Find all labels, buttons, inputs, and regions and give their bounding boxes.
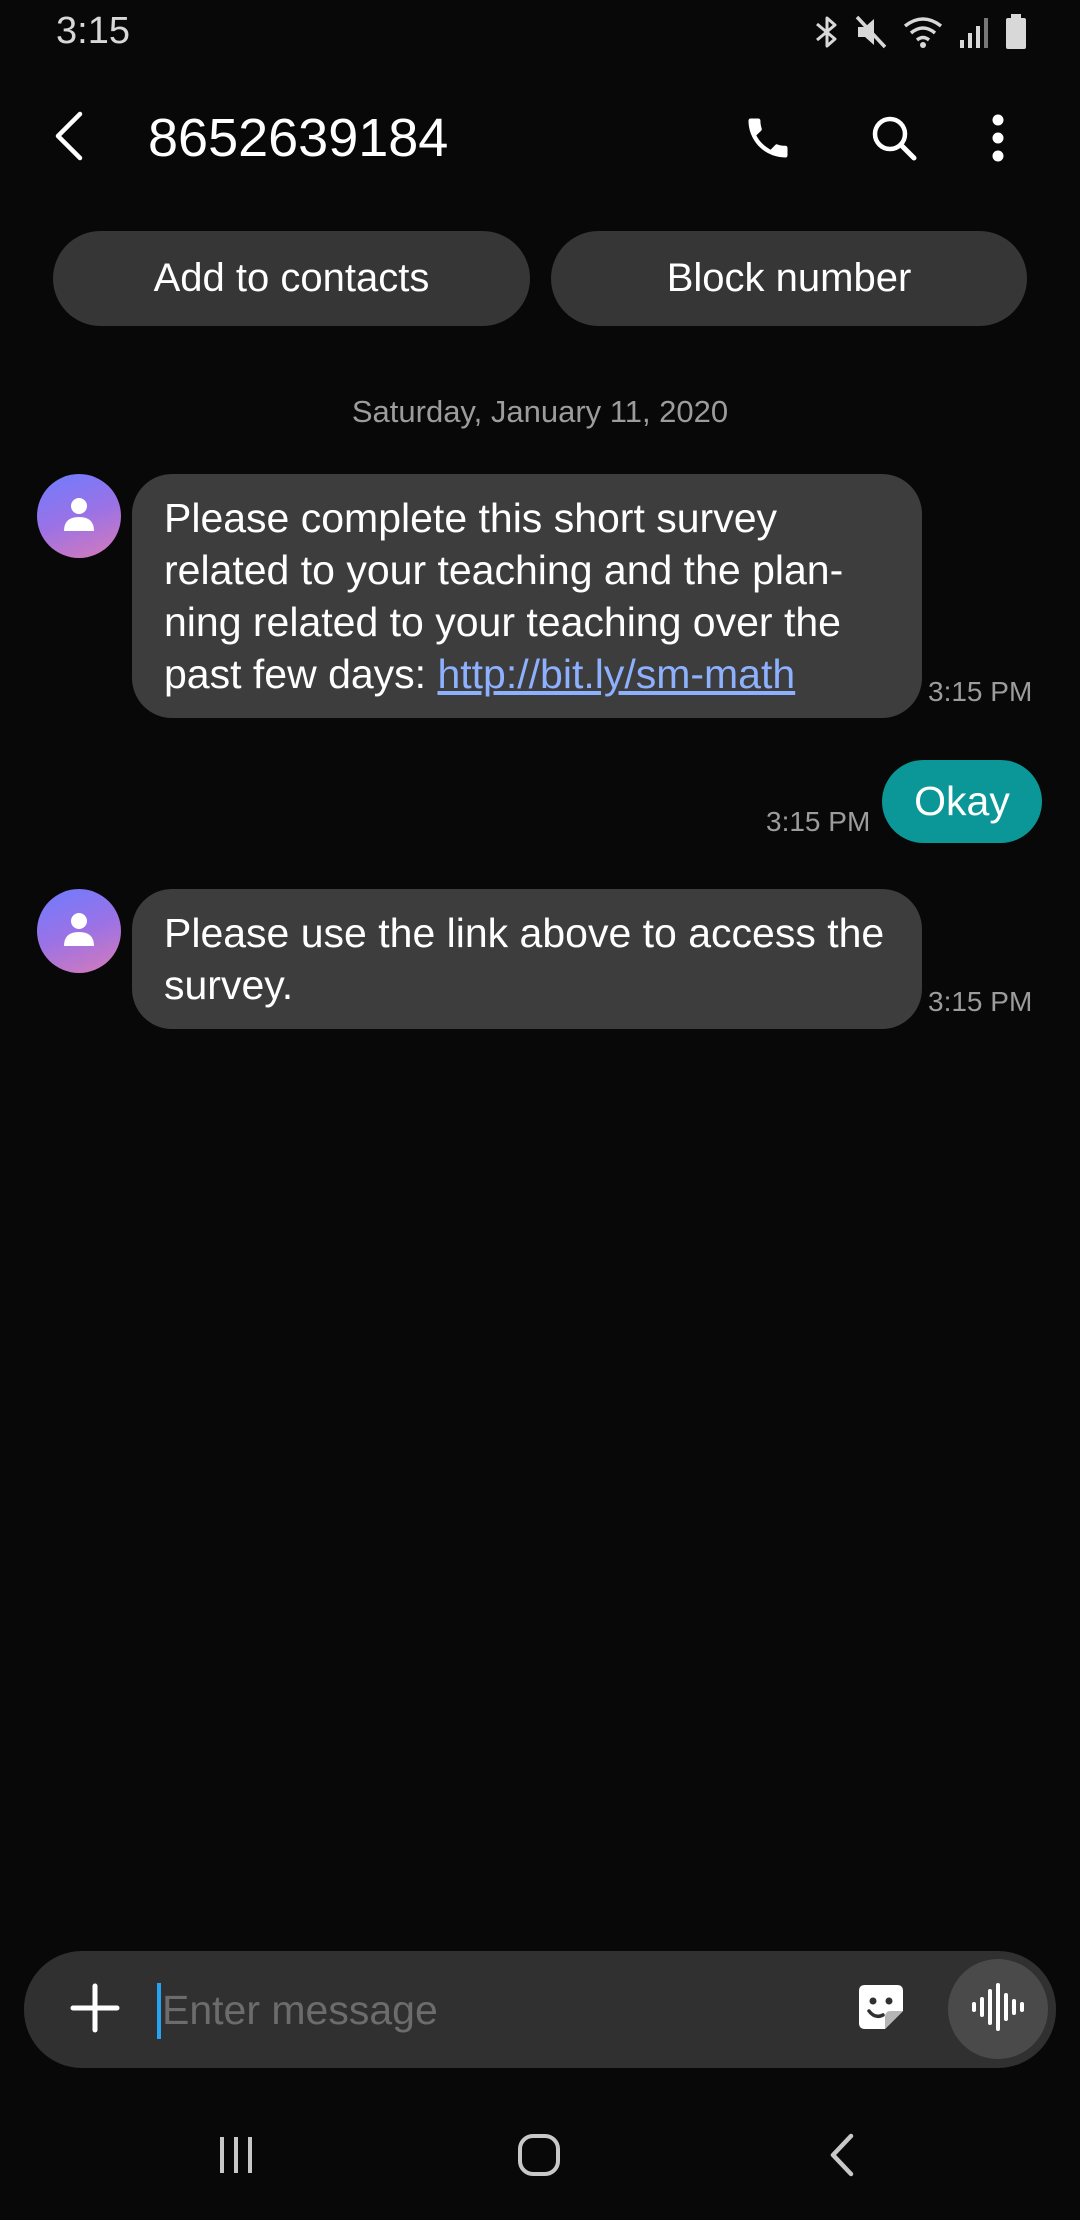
- conversation-header: 8652639184: [0, 90, 1080, 185]
- home-button[interactable]: [499, 2122, 579, 2192]
- messaging-screen: 3:15 8652639184 Add to contacts Block nu…: [0, 0, 1080, 2220]
- sticker-icon: [855, 1981, 907, 2038]
- block-number-button[interactable]: Block number: [551, 231, 1027, 326]
- mute-icon: [854, 14, 888, 50]
- recents-button[interactable]: [196, 2122, 276, 2192]
- message-bubble-incoming[interactable]: Please use the link above to access the …: [132, 889, 922, 1029]
- back-button[interactable]: [40, 108, 100, 168]
- nav-back-icon: [827, 2132, 857, 2183]
- status-bar: 3:15: [0, 0, 1080, 70]
- home-icon: [516, 2132, 562, 2183]
- nav-back-button[interactable]: [802, 2122, 882, 2192]
- more-options-button[interactable]: [966, 108, 1030, 172]
- wifi-icon: [902, 14, 944, 50]
- status-icons: [814, 12, 1028, 52]
- message-time: 3:15 PM: [928, 986, 1033, 1017]
- attach-button[interactable]: [64, 1979, 126, 2041]
- message-bubble-incoming[interactable]: Please complete this short survey relate…: [132, 474, 922, 718]
- back-arrow-icon: [52, 110, 88, 167]
- contact-title: 8652639184: [148, 108, 449, 168]
- message-composer: [24, 1951, 1056, 2068]
- bluetooth-icon: [814, 14, 840, 50]
- add-to-contacts-button[interactable]: Add to contacts: [53, 231, 530, 326]
- signal-icon: [958, 14, 990, 50]
- call-button[interactable]: [736, 108, 800, 172]
- recents-icon: [214, 2133, 258, 2182]
- more-vertical-icon: [991, 113, 1005, 168]
- contact-avatar[interactable]: [37, 889, 121, 973]
- plus-icon: [69, 1982, 121, 2039]
- contact-avatar[interactable]: [37, 474, 121, 558]
- battery-icon: [1004, 13, 1028, 51]
- message-input[interactable]: [162, 1975, 702, 2045]
- person-icon: [62, 910, 96, 953]
- message-time: 3:15 PM: [928, 676, 1033, 707]
- status-time: 3:15: [56, 10, 130, 52]
- message-bubble-outgoing[interactable]: Okay: [882, 760, 1042, 843]
- voice-record-icon: [970, 1982, 1026, 2036]
- system-nav-bar: [0, 2100, 1080, 2220]
- message-time: 3:15 PM: [766, 806, 871, 837]
- phone-icon: [742, 112, 794, 169]
- date-divider: Saturday, January 11, 2020: [351, 394, 729, 429]
- search-icon: [869, 113, 919, 168]
- person-icon: [62, 495, 96, 538]
- text-cursor: [157, 1983, 161, 2039]
- sticker-button[interactable]: [853, 1981, 909, 2037]
- search-button[interactable]: [862, 108, 926, 172]
- survey-link[interactable]: http://bit.ly/sm-math: [437, 651, 795, 697]
- voice-record-button[interactable]: [948, 1959, 1048, 2059]
